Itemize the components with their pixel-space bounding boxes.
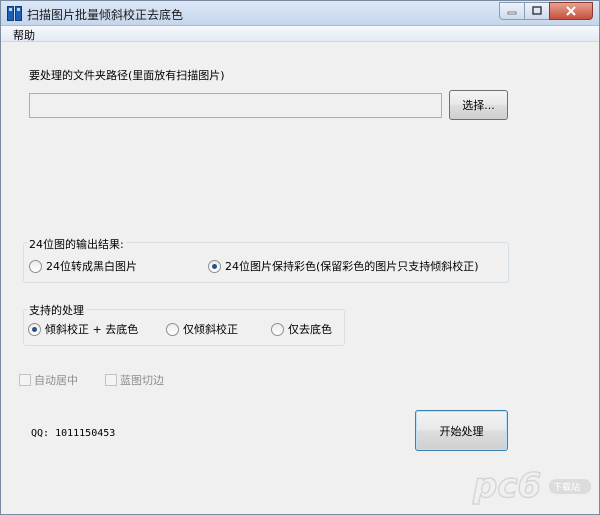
window-title: 扫描图片批量倾斜校正去底色 (27, 8, 184, 22)
maximize-button[interactable] (524, 2, 550, 20)
auto-center-label: 自动居中 (34, 374, 78, 387)
qq-contact-text: QQ: 1011150453 (31, 428, 116, 439)
auto-center-checkbox[interactable]: 自动居中 (19, 372, 78, 388)
radio-deskew-and-clean[interactable]: 倾斜校正 + 去底色 (28, 321, 138, 337)
radio-deskew-only-circle (166, 322, 179, 336)
app-window: 扫描图片批量倾斜校正去底色 帮助 要处理的文件夹路径(里面放有扫描图片) 选择.… (0, 0, 600, 515)
select-folder-button[interactable]: 选择... (449, 90, 508, 120)
blue-crop-checkbox[interactable]: 蓝图切边 (105, 372, 164, 388)
watermark-logo-text: pc6 (472, 466, 541, 506)
radio-deskew-and-clean-label: 倾斜校正 + 去底色 (45, 323, 139, 336)
folder-path-label: 要处理的文件夹路径(里面放有扫描图片) (29, 69, 225, 82)
start-processing-button[interactable]: 开始处理 (415, 410, 508, 451)
radio-keep-color-label: 24位图片保持彩色(保留彩色的图片只支持倾斜校正) (225, 260, 479, 273)
watermark-site-text: 下载站 (553, 481, 580, 493)
radio-bw-label: 24位转成黑白图片 (46, 260, 137, 273)
radio-deskew-only-label: 仅倾斜校正 (183, 323, 238, 336)
close-button[interactable] (549, 2, 593, 20)
radio-deskew-only[interactable]: 仅倾斜校正 (166, 321, 238, 337)
watermark-logo: pc6 下载站 (469, 459, 597, 513)
folder-path-input[interactable] (29, 93, 442, 118)
radio-keep-color[interactable]: 24位图片保持彩色(保留彩色的图片只支持倾斜校正) (208, 258, 479, 274)
menu-bar: 帮助 (1, 26, 599, 42)
radio-clean-only[interactable]: 仅去底色 (271, 321, 332, 337)
auto-center-checkbox-box (19, 374, 31, 386)
window-controls (499, 2, 593, 20)
radio-clean-only-circle (271, 322, 284, 336)
radio-bw[interactable]: 24位转成黑白图片 (29, 258, 137, 274)
title-bar[interactable]: 扫描图片批量倾斜校正去底色 (1, 1, 599, 26)
radio-keep-color-circle (208, 259, 221, 273)
blue-crop-checkbox-box (105, 374, 117, 386)
radio-deskew-and-clean-circle (28, 322, 41, 336)
blue-crop-label: 蓝图切边 (120, 374, 164, 387)
processing-group-title: 支持的处理 (27, 302, 86, 318)
maximize-icon (532, 6, 542, 15)
minimize-icon (507, 11, 517, 15)
radio-clean-only-label: 仅去底色 (288, 323, 332, 336)
menu-help[interactable]: 帮助 (13, 27, 35, 43)
output-result-group-title: 24位图的输出结果: (27, 236, 126, 252)
minimize-button[interactable] (499, 2, 525, 20)
app-icon (7, 6, 22, 21)
radio-bw-circle (29, 259, 42, 273)
close-icon (566, 6, 576, 16)
